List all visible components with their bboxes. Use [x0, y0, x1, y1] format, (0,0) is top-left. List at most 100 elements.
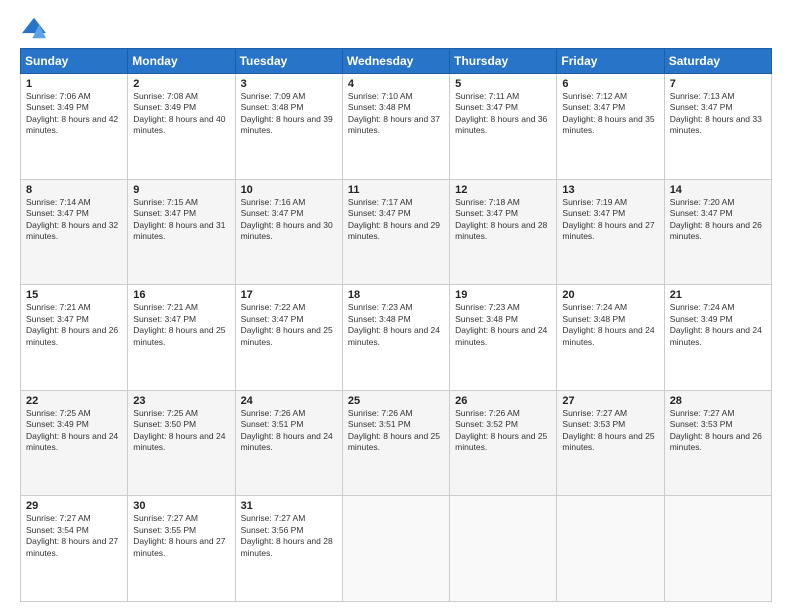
calendar-cell [557, 496, 664, 602]
calendar-cell: 23Sunrise: 7:25 AMSunset: 3:50 PMDayligh… [128, 390, 235, 496]
day-number: 9 [133, 184, 229, 196]
day-number: 23 [133, 395, 229, 407]
cell-content: Sunrise: 7:24 AMSunset: 3:49 PMDaylight:… [670, 302, 766, 348]
day-header-thursday: Thursday [450, 49, 557, 74]
day-number: 4 [348, 78, 444, 90]
week-row-3: 15Sunrise: 7:21 AMSunset: 3:47 PMDayligh… [21, 285, 772, 391]
calendar-cell [342, 496, 449, 602]
calendar-cell: 24Sunrise: 7:26 AMSunset: 3:51 PMDayligh… [235, 390, 342, 496]
calendar-cell [450, 496, 557, 602]
calendar-header-row: SundayMondayTuesdayWednesdayThursdayFrid… [21, 49, 772, 74]
day-number: 25 [348, 395, 444, 407]
calendar-cell: 13Sunrise: 7:19 AMSunset: 3:47 PMDayligh… [557, 179, 664, 285]
day-number: 14 [670, 184, 766, 196]
day-header-saturday: Saturday [664, 49, 771, 74]
cell-content: Sunrise: 7:27 AMSunset: 3:56 PMDaylight:… [241, 513, 337, 559]
calendar-cell: 19Sunrise: 7:23 AMSunset: 3:48 PMDayligh… [450, 285, 557, 391]
day-number: 15 [26, 289, 122, 301]
day-number: 13 [562, 184, 658, 196]
cell-content: Sunrise: 7:06 AMSunset: 3:49 PMDaylight:… [26, 91, 122, 137]
cell-content: Sunrise: 7:27 AMSunset: 3:54 PMDaylight:… [26, 513, 122, 559]
cell-content: Sunrise: 7:23 AMSunset: 3:48 PMDaylight:… [455, 302, 551, 348]
day-number: 21 [670, 289, 766, 301]
day-header-friday: Friday [557, 49, 664, 74]
calendar-cell: 5Sunrise: 7:11 AMSunset: 3:47 PMDaylight… [450, 74, 557, 180]
page: SundayMondayTuesdayWednesdayThursdayFrid… [0, 0, 792, 612]
week-row-2: 8Sunrise: 7:14 AMSunset: 3:47 PMDaylight… [21, 179, 772, 285]
cell-content: Sunrise: 7:22 AMSunset: 3:47 PMDaylight:… [241, 302, 337, 348]
day-number: 11 [348, 184, 444, 196]
calendar-cell: 7Sunrise: 7:13 AMSunset: 3:47 PMDaylight… [664, 74, 771, 180]
cell-content: Sunrise: 7:11 AMSunset: 3:47 PMDaylight:… [455, 91, 551, 137]
cell-content: Sunrise: 7:26 AMSunset: 3:51 PMDaylight:… [348, 408, 444, 454]
day-number: 27 [562, 395, 658, 407]
calendar-cell: 27Sunrise: 7:27 AMSunset: 3:53 PMDayligh… [557, 390, 664, 496]
calendar-body: 1Sunrise: 7:06 AMSunset: 3:49 PMDaylight… [21, 74, 772, 602]
calendar-cell: 16Sunrise: 7:21 AMSunset: 3:47 PMDayligh… [128, 285, 235, 391]
cell-content: Sunrise: 7:21 AMSunset: 3:47 PMDaylight:… [26, 302, 122, 348]
day-number: 24 [241, 395, 337, 407]
calendar-cell: 31Sunrise: 7:27 AMSunset: 3:56 PMDayligh… [235, 496, 342, 602]
calendar-cell: 26Sunrise: 7:26 AMSunset: 3:52 PMDayligh… [450, 390, 557, 496]
cell-content: Sunrise: 7:25 AMSunset: 3:49 PMDaylight:… [26, 408, 122, 454]
day-number: 8 [26, 184, 122, 196]
calendar-cell: 25Sunrise: 7:26 AMSunset: 3:51 PMDayligh… [342, 390, 449, 496]
header [20, 16, 772, 40]
calendar-cell: 9Sunrise: 7:15 AMSunset: 3:47 PMDaylight… [128, 179, 235, 285]
calendar-table: SundayMondayTuesdayWednesdayThursdayFrid… [20, 48, 772, 602]
day-number: 20 [562, 289, 658, 301]
cell-content: Sunrise: 7:08 AMSunset: 3:49 PMDaylight:… [133, 91, 229, 137]
calendar-cell: 4Sunrise: 7:10 AMSunset: 3:48 PMDaylight… [342, 74, 449, 180]
day-number: 16 [133, 289, 229, 301]
day-header-monday: Monday [128, 49, 235, 74]
cell-content: Sunrise: 7:16 AMSunset: 3:47 PMDaylight:… [241, 197, 337, 243]
calendar-cell: 20Sunrise: 7:24 AMSunset: 3:48 PMDayligh… [557, 285, 664, 391]
cell-content: Sunrise: 7:24 AMSunset: 3:48 PMDaylight:… [562, 302, 658, 348]
week-row-1: 1Sunrise: 7:06 AMSunset: 3:49 PMDaylight… [21, 74, 772, 180]
cell-content: Sunrise: 7:18 AMSunset: 3:47 PMDaylight:… [455, 197, 551, 243]
day-header-wednesday: Wednesday [342, 49, 449, 74]
calendar-cell: 2Sunrise: 7:08 AMSunset: 3:49 PMDaylight… [128, 74, 235, 180]
day-number: 22 [26, 395, 122, 407]
day-number: 26 [455, 395, 551, 407]
calendar-cell: 17Sunrise: 7:22 AMSunset: 3:47 PMDayligh… [235, 285, 342, 391]
day-header-tuesday: Tuesday [235, 49, 342, 74]
day-number: 2 [133, 78, 229, 90]
calendar-cell [664, 496, 771, 602]
day-number: 31 [241, 500, 337, 512]
cell-content: Sunrise: 7:09 AMSunset: 3:48 PMDaylight:… [241, 91, 337, 137]
logo-icon [20, 16, 48, 40]
cell-content: Sunrise: 7:15 AMSunset: 3:47 PMDaylight:… [133, 197, 229, 243]
calendar-cell: 28Sunrise: 7:27 AMSunset: 3:53 PMDayligh… [664, 390, 771, 496]
day-number: 7 [670, 78, 766, 90]
calendar-cell: 8Sunrise: 7:14 AMSunset: 3:47 PMDaylight… [21, 179, 128, 285]
cell-content: Sunrise: 7:14 AMSunset: 3:47 PMDaylight:… [26, 197, 122, 243]
cell-content: Sunrise: 7:27 AMSunset: 3:53 PMDaylight:… [670, 408, 766, 454]
day-number: 29 [26, 500, 122, 512]
cell-content: Sunrise: 7:25 AMSunset: 3:50 PMDaylight:… [133, 408, 229, 454]
calendar-cell: 12Sunrise: 7:18 AMSunset: 3:47 PMDayligh… [450, 179, 557, 285]
week-row-4: 22Sunrise: 7:25 AMSunset: 3:49 PMDayligh… [21, 390, 772, 496]
cell-content: Sunrise: 7:27 AMSunset: 3:55 PMDaylight:… [133, 513, 229, 559]
cell-content: Sunrise: 7:19 AMSunset: 3:47 PMDaylight:… [562, 197, 658, 243]
calendar-cell: 10Sunrise: 7:16 AMSunset: 3:47 PMDayligh… [235, 179, 342, 285]
week-row-5: 29Sunrise: 7:27 AMSunset: 3:54 PMDayligh… [21, 496, 772, 602]
logo [20, 16, 52, 40]
day-number: 5 [455, 78, 551, 90]
calendar-cell: 1Sunrise: 7:06 AMSunset: 3:49 PMDaylight… [21, 74, 128, 180]
day-number: 1 [26, 78, 122, 90]
day-number: 3 [241, 78, 337, 90]
calendar-cell: 22Sunrise: 7:25 AMSunset: 3:49 PMDayligh… [21, 390, 128, 496]
day-header-sunday: Sunday [21, 49, 128, 74]
cell-content: Sunrise: 7:26 AMSunset: 3:51 PMDaylight:… [241, 408, 337, 454]
calendar-cell: 11Sunrise: 7:17 AMSunset: 3:47 PMDayligh… [342, 179, 449, 285]
calendar-cell: 6Sunrise: 7:12 AMSunset: 3:47 PMDaylight… [557, 74, 664, 180]
cell-content: Sunrise: 7:12 AMSunset: 3:47 PMDaylight:… [562, 91, 658, 137]
calendar-cell: 30Sunrise: 7:27 AMSunset: 3:55 PMDayligh… [128, 496, 235, 602]
cell-content: Sunrise: 7:23 AMSunset: 3:48 PMDaylight:… [348, 302, 444, 348]
day-number: 12 [455, 184, 551, 196]
cell-content: Sunrise: 7:21 AMSunset: 3:47 PMDaylight:… [133, 302, 229, 348]
cell-content: Sunrise: 7:13 AMSunset: 3:47 PMDaylight:… [670, 91, 766, 137]
calendar-cell: 21Sunrise: 7:24 AMSunset: 3:49 PMDayligh… [664, 285, 771, 391]
calendar-cell: 3Sunrise: 7:09 AMSunset: 3:48 PMDaylight… [235, 74, 342, 180]
